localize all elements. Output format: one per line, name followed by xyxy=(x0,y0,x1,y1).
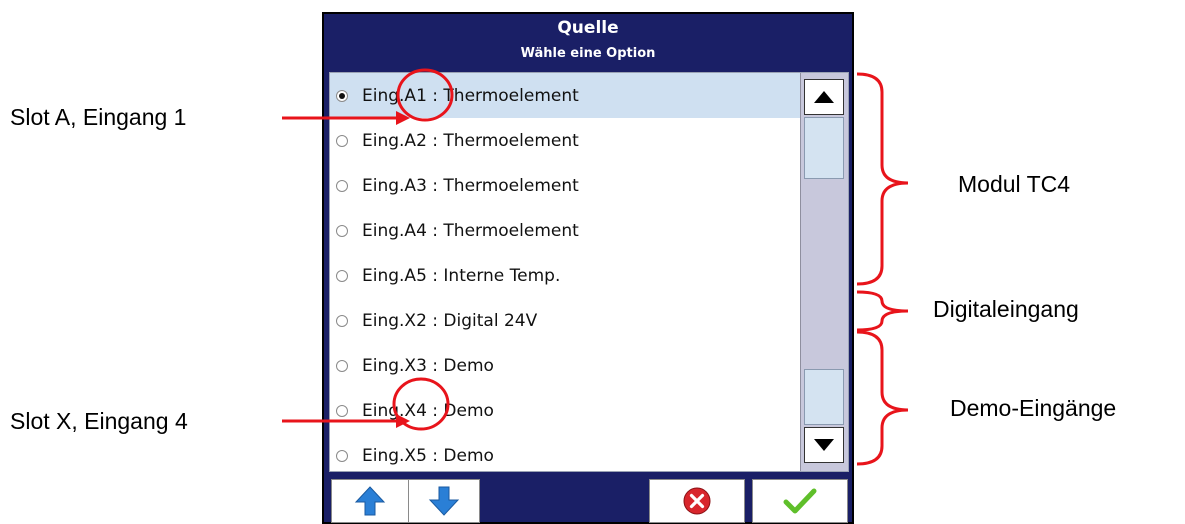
annotation-demo: Demo-Eingänge xyxy=(950,395,1117,421)
option-label: Eing.X2 : Digital 24V xyxy=(362,310,538,331)
annotation-digital: Digitaleingang xyxy=(933,296,1079,322)
radio-icon xyxy=(336,179,348,192)
option-label: Eing.A1 : Thermoelement xyxy=(362,85,579,106)
move-up-button[interactable] xyxy=(331,479,409,523)
list-item[interactable]: Eing.A5 : Interne Temp. xyxy=(330,253,800,298)
radio-icon xyxy=(336,224,348,237)
cancel-button[interactable] xyxy=(649,479,745,523)
radio-icon xyxy=(336,314,348,327)
list-item[interactable]: Eing.A3 : Thermoelement xyxy=(330,163,800,208)
dialog-subtitle: Wähle eine Option xyxy=(520,46,656,61)
scroll-down-button[interactable] xyxy=(804,427,844,463)
option-label: Eing.A4 : Thermoelement xyxy=(362,220,579,241)
radio-icon xyxy=(336,404,348,417)
brace-demo-icon xyxy=(856,330,909,466)
blue-arrow-up-icon xyxy=(354,486,386,516)
list-item[interactable]: Eing.X4 : Demo xyxy=(330,388,800,433)
radio-icon xyxy=(336,269,348,282)
list-item[interactable]: Eing.X2 : Digital 24V xyxy=(330,298,800,343)
list-item[interactable]: Eing.A1 : Thermoelement xyxy=(330,73,800,118)
scroll-up-button[interactable] xyxy=(804,79,844,115)
list-item[interactable]: Eing.A2 : Thermoelement xyxy=(330,118,800,163)
radio-icon xyxy=(336,449,348,462)
option-label: Eing.A5 : Interne Temp. xyxy=(362,265,561,286)
scroll-thumb-bottom[interactable] xyxy=(804,369,844,425)
option-label: Eing.X5 : Demo xyxy=(362,445,494,466)
brace-digital-icon xyxy=(856,290,909,332)
selection-dialog: Quelle Wähle eine Option Eing.A1 : Therm… xyxy=(322,12,854,524)
triangle-down-icon xyxy=(814,439,834,451)
radio-icon xyxy=(336,359,348,372)
option-label: Eing.X4 : Demo xyxy=(362,400,494,421)
dialog-title: Quelle xyxy=(557,18,619,38)
option-list: Eing.A1 : Thermoelement Eing.A2 : Thermo… xyxy=(329,72,849,472)
list-item[interactable]: Eing.A4 : Thermoelement xyxy=(330,208,800,253)
red-x-circle-icon xyxy=(683,487,711,515)
blue-arrow-down-icon xyxy=(428,486,460,516)
option-label: Eing.A2 : Thermoelement xyxy=(362,130,579,151)
move-down-button[interactable] xyxy=(408,479,480,523)
scrollbar[interactable] xyxy=(800,73,848,471)
radio-icon xyxy=(336,134,348,147)
green-check-icon xyxy=(783,488,817,514)
list-item[interactable]: Eing.X5 : Demo xyxy=(330,433,800,471)
annotation-slot-x: Slot X, Eingang 4 xyxy=(10,408,188,434)
brace-modul-icon xyxy=(856,72,909,286)
radio-selected-icon xyxy=(336,89,348,102)
confirm-button[interactable] xyxy=(752,479,848,523)
option-label: Eing.A3 : Thermoelement xyxy=(362,175,579,196)
option-label: Eing.X3 : Demo xyxy=(362,355,494,376)
triangle-up-icon xyxy=(814,91,834,103)
list-item[interactable]: Eing.X3 : Demo xyxy=(330,343,800,388)
annotation-modul: Modul TC4 xyxy=(958,171,1071,197)
annotation-slot-a: Slot A, Eingang 1 xyxy=(10,104,187,130)
scroll-thumb-top[interactable] xyxy=(804,117,844,179)
